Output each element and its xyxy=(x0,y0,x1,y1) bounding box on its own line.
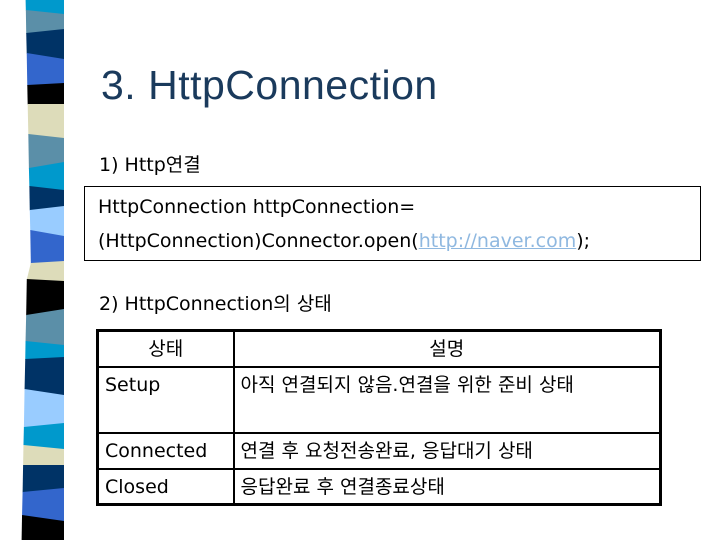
naver-url-link[interactable]: http://naver.com xyxy=(419,230,577,252)
code-line-2: (HttpConnection)Connector.open(http://na… xyxy=(98,224,700,258)
decorative-stripe-bar xyxy=(0,0,80,540)
code-line-2-suffix: ); xyxy=(576,230,591,252)
state-cell: Closed xyxy=(96,468,235,506)
stripe-segment xyxy=(23,423,64,450)
table-row: Closed 응답완료 후 연결종료상태 xyxy=(96,468,662,506)
table-row: Connected 연결 후 요청전송완료, 응답대기 상태 xyxy=(96,432,662,470)
stripe-segment xyxy=(23,389,64,428)
stripe-segment xyxy=(25,309,64,346)
header-description: 설명 xyxy=(232,329,662,368)
stripe-segment xyxy=(27,83,65,105)
header-state: 상태 xyxy=(96,329,235,368)
stripe-segment xyxy=(22,465,65,493)
code-line-1: HttpConnection httpConnection= xyxy=(98,196,416,218)
table-row: Setup 아직 연결되지 않음.연결을 위한 준비 상태 xyxy=(96,366,662,434)
table-header-row: 상태 설명 xyxy=(96,329,662,368)
code-example-box: HttpConnection httpConnection= (HttpConn… xyxy=(84,186,701,261)
connection-state-table: 상태 설명 Setup 아직 연결되지 않음.연결을 위한 준비 상태 Conn… xyxy=(96,329,662,506)
stripe-segment xyxy=(26,261,64,282)
stripe-segment xyxy=(27,104,64,139)
state-cell: Connected xyxy=(96,432,235,470)
section-1-heading: 1) Http연결 xyxy=(99,154,201,176)
state-cell: Setup xyxy=(96,366,235,434)
code-line-2-prefix: (HttpConnection)Connector.open( xyxy=(98,230,419,252)
stripe-bar-graphic xyxy=(21,0,65,540)
description-cell: 응답완료 후 연결종료상태 xyxy=(232,468,662,506)
section-2-heading: 2) HttpConnection의 상태 xyxy=(99,293,332,315)
slide-title: 3. HttpConnection xyxy=(101,62,438,108)
description-cell: 연결 후 요청전송완료, 응답대기 상태 xyxy=(232,432,662,470)
stripe-segment xyxy=(24,357,65,396)
description-cell: 아직 연결되지 않음.연결을 위한 준비 상태 xyxy=(232,366,662,434)
